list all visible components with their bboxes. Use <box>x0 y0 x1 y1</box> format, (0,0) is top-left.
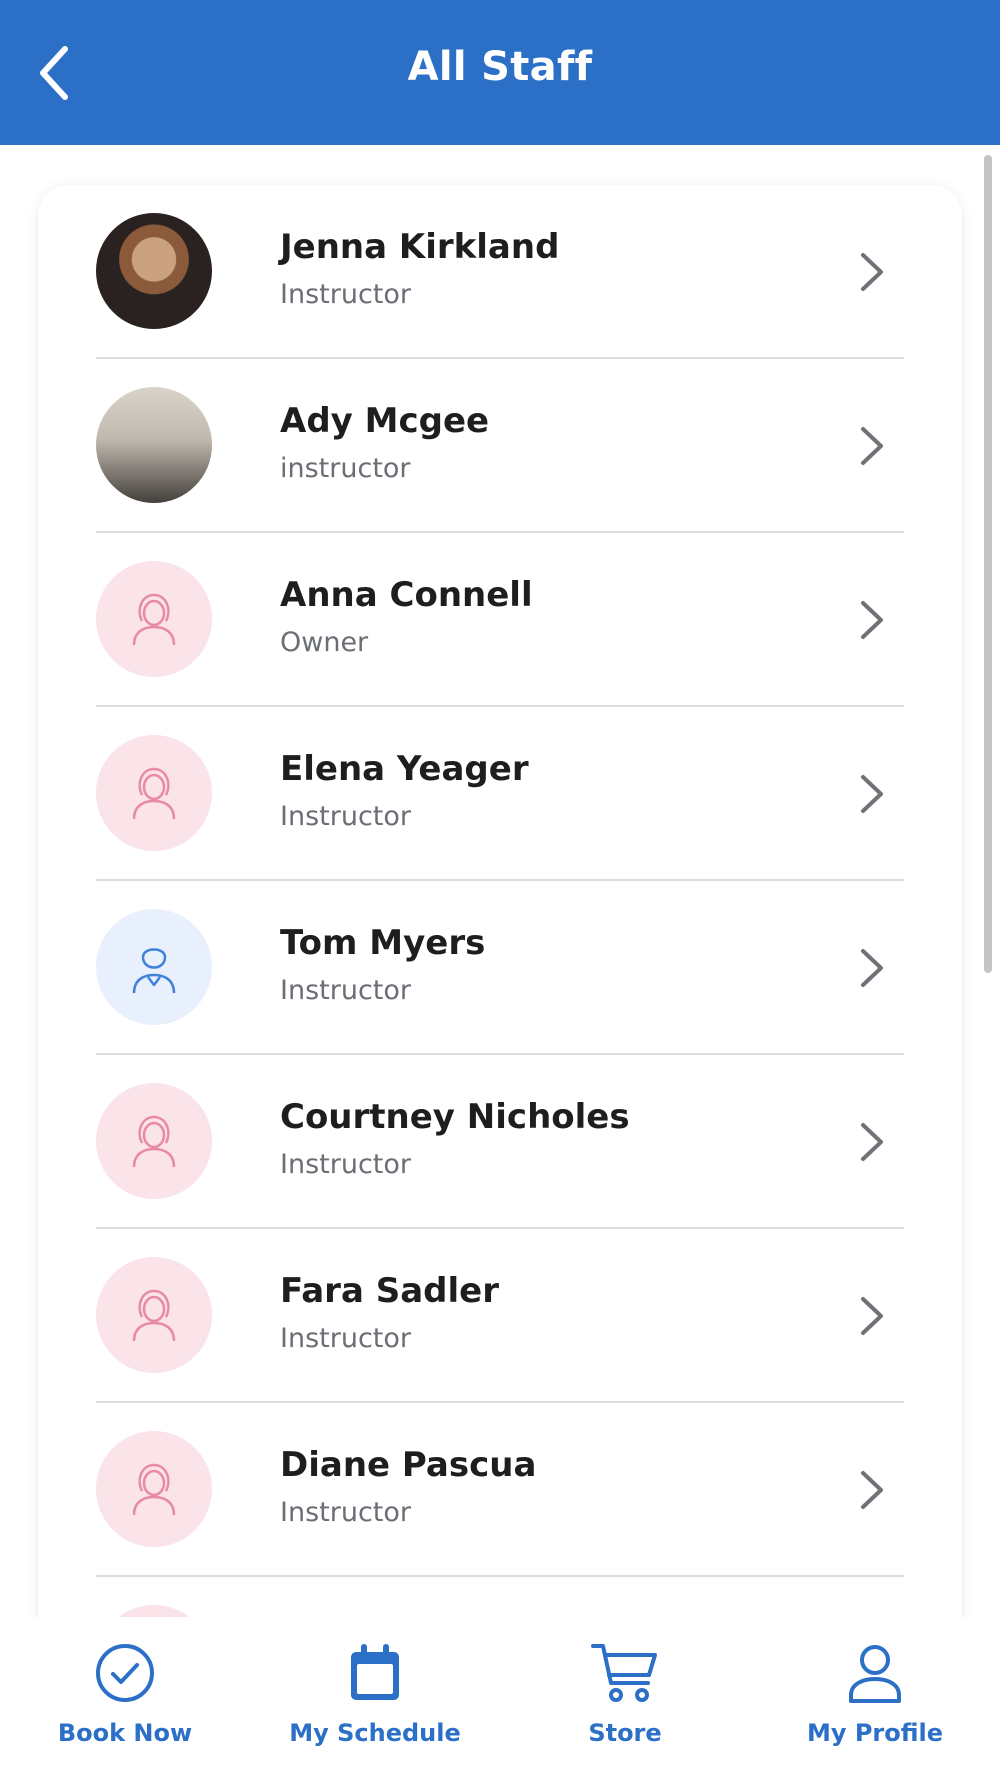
female-user-icon <box>132 767 176 820</box>
staff-role: Owner <box>280 627 369 658</box>
female-avatar-placeholder <box>96 735 212 851</box>
staff-row-anna-connell[interactable]: Anna Connell Owner <box>96 533 904 707</box>
chevron-right-icon <box>861 1123 883 1161</box>
female-user-icon <box>132 1289 176 1342</box>
nav-my-profile[interactable]: My Profile <box>750 1617 1000 1778</box>
staff-role: Instructor <box>280 1149 411 1180</box>
female-avatar-placeholder <box>96 1083 212 1199</box>
user-icon <box>839 1637 911 1709</box>
staff-role: Instructor <box>280 279 411 310</box>
staff-row-partial[interactable] <box>96 1577 904 1617</box>
calendar-icon <box>339 1637 411 1709</box>
male-user-icon <box>132 948 176 994</box>
avatar-photo <box>96 213 212 329</box>
app: All Staff Jenna Kirkland Instructor Ady … <box>0 0 1000 1778</box>
staff-content[interactable]: Jenna Kirkland Instructor Ady Mcgee inst… <box>0 145 1000 1617</box>
staff-role: Instructor <box>280 1323 411 1354</box>
staff-row-fara-sadler[interactable]: Fara Sadler Instructor <box>96 1229 904 1403</box>
staff-row-elena-yeager[interactable]: Elena Yeager Instructor <box>96 707 904 881</box>
staff-row-jenna-kirkland[interactable]: Jenna Kirkland Instructor <box>96 185 904 359</box>
staff-row-diane-pascua[interactable]: Diane Pascua Instructor <box>96 1403 904 1577</box>
chevron-right-icon <box>861 253 883 291</box>
female-avatar-placeholder <box>96 1605 212 1617</box>
staff-row-ady-mcgee[interactable]: Ady Mcgee instructor <box>96 359 904 533</box>
staff-name: Jenna Kirkland <box>280 227 560 267</box>
female-avatar-placeholder <box>96 1257 212 1373</box>
top-app-bar: All Staff <box>0 0 1000 145</box>
chevron-right-icon <box>861 427 883 465</box>
female-user-icon <box>132 593 176 646</box>
staff-role: Instructor <box>280 801 411 832</box>
nav-book-now[interactable]: Book Now <box>0 1617 250 1778</box>
cart-icon <box>589 1637 661 1709</box>
scrollbar[interactable] <box>984 155 992 973</box>
staff-name: Courtney Nicholes <box>280 1097 630 1137</box>
staff-role: Instructor <box>280 975 411 1006</box>
staff-role: Instructor <box>280 1497 411 1528</box>
page-title: All Staff <box>407 44 593 90</box>
staff-name: Anna Connell <box>280 575 533 615</box>
staff-name: Tom Myers <box>280 923 486 963</box>
nav-label: My Schedule <box>289 1719 461 1747</box>
nav-label: Book Now <box>57 1719 193 1747</box>
chevron-right-icon <box>861 775 883 813</box>
nav-label: My Profile <box>806 1719 944 1747</box>
staff-list: Jenna Kirkland Instructor Ady Mcgee inst… <box>96 185 904 1617</box>
chevron-right-icon <box>861 601 883 639</box>
female-user-icon <box>132 1463 176 1516</box>
staff-name: Diane Pascua <box>280 1445 537 1485</box>
chevron-right-icon <box>861 1297 883 1335</box>
female-user-icon <box>132 1115 176 1168</box>
staff-row-tom-myers[interactable]: Tom Myers Instructor <box>96 881 904 1055</box>
check-circle-icon <box>89 1637 161 1709</box>
female-avatar-placeholder <box>96 561 212 677</box>
staff-name: Fara Sadler <box>280 1271 499 1311</box>
bottom-navigation: Book Now My Schedule Store My Profile <box>0 1617 1000 1778</box>
nav-label: Store <box>588 1719 662 1747</box>
staff-name: Elena Yeager <box>280 749 529 789</box>
chevron-right-icon <box>861 1471 883 1509</box>
nav-store[interactable]: Store <box>500 1617 750 1778</box>
nav-my-schedule[interactable]: My Schedule <box>250 1617 500 1778</box>
staff-card: Jenna Kirkland Instructor Ady Mcgee inst… <box>38 185 962 1617</box>
staff-name: Ady Mcgee <box>280 401 490 441</box>
chevron-right-icon <box>861 949 883 987</box>
female-avatar-placeholder <box>96 1431 212 1547</box>
staff-row-courtney-nicholes[interactable]: Courtney Nicholes Instructor <box>96 1055 904 1229</box>
male-avatar-placeholder <box>96 909 212 1025</box>
avatar-photo <box>96 387 212 503</box>
staff-role: instructor <box>280 453 411 484</box>
